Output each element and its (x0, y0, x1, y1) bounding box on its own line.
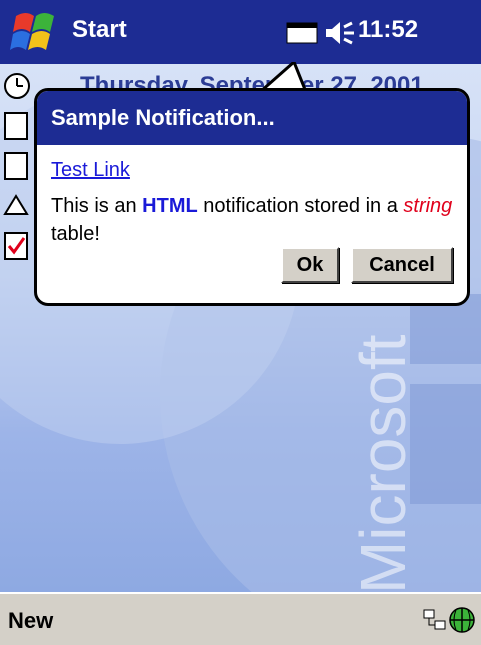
windows-flag-icon[interactable] (10, 6, 62, 58)
command-bar: New (0, 592, 481, 645)
speaker-icon[interactable] (324, 18, 356, 48)
notification-title: Sample Notification... (37, 91, 467, 145)
message-string-word: string (403, 195, 453, 217)
tasks-icon[interactable] (2, 230, 32, 262)
svg-text:Microsoft: Microsoft (347, 334, 419, 592)
message-html-word: HTML (142, 195, 198, 217)
message-text-middle: notification stored in a (197, 195, 404, 217)
start-menu-label[interactable]: Start (72, 16, 127, 44)
notification-message: This is an HTML notification stored in a… (51, 192, 453, 248)
network-icon[interactable] (422, 608, 448, 632)
title-bar: Start 11:52 (0, 0, 481, 64)
cancel-button[interactable]: Cancel (351, 247, 453, 283)
message-text-start: This is an (51, 195, 143, 217)
contacts-icon[interactable] (2, 110, 32, 142)
calendar-icon[interactable] (2, 150, 32, 182)
clock[interactable]: 11:52 (358, 16, 418, 44)
message-text-end: table! (51, 223, 100, 245)
ok-button[interactable]: Ok (281, 247, 339, 283)
globe-icon[interactable] (448, 606, 476, 634)
new-button[interactable]: New (8, 608, 53, 634)
test-link[interactable]: Test Link (51, 159, 130, 182)
clock-icon[interactable] (2, 70, 32, 102)
notification-window-icon[interactable] (286, 22, 318, 44)
notification-body: Test Link This is an HTML notification s… (37, 145, 467, 258)
inbox-icon[interactable] (2, 190, 32, 222)
notification-bubble: Sample Notification... Test Link This is… (34, 88, 470, 306)
